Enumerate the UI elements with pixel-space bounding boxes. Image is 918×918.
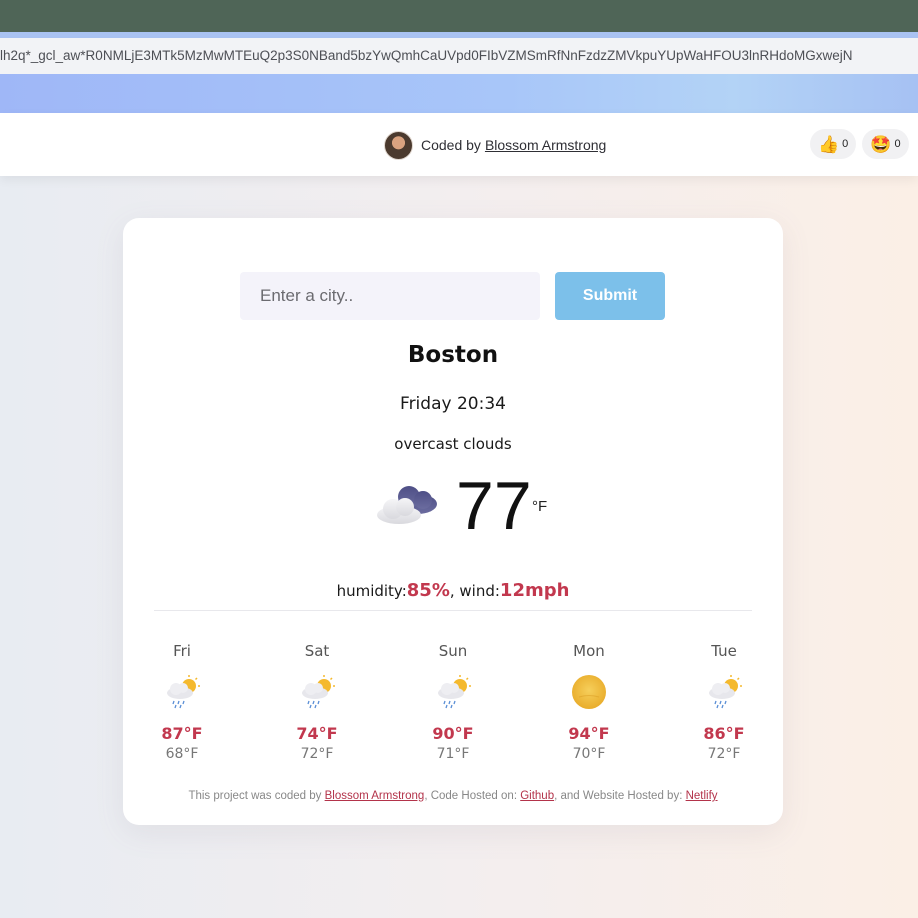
weather-description: overcast clouds (394, 435, 512, 453)
browser-top-bar (0, 0, 918, 32)
star-struck-icon: 🤩 (870, 134, 892, 154)
forecast-min: 71°F (436, 746, 470, 762)
author-link[interactable]: Blossom Armstrong (485, 137, 606, 153)
forecast-day: Sun 90°F 71°F (413, 642, 493, 762)
url-text: lh2q*_gcl_aw*R0NMLjE3MTk5MzMwMTEuQ2p3S0N… (0, 48, 853, 63)
forecast-min: 70°F (572, 746, 606, 762)
forecast-day-name: Fri (173, 642, 191, 660)
city-search-input[interactable] (240, 272, 540, 320)
city-name: Boston (407, 342, 499, 368)
current-temperature: 77 (456, 468, 532, 544)
gradient-banner (0, 74, 918, 113)
forecast-min: 68°F (165, 746, 199, 762)
reaction-count: 0 (842, 138, 849, 150)
forecast-day: Mon 94°F 70°F (549, 642, 629, 762)
humidity-label: humidity: (336, 582, 407, 600)
forecast-day: Sat 74°F 72°F (277, 642, 357, 762)
reaction-star-struck[interactable]: 🤩 0 (862, 129, 909, 159)
submit-button[interactable]: Submit (555, 272, 665, 320)
forecast-day-name: Sat (304, 642, 330, 660)
reactions: 👍 0 🤩 0 (810, 129, 909, 159)
reaction-thumbs-up[interactable]: 👍 0 (810, 129, 857, 159)
sun-rain-icon (438, 675, 471, 709)
forecast-max: 94°F (568, 724, 610, 743)
sun-rain-icon (302, 675, 335, 709)
footer-text: , and Website Hosted by: (554, 790, 686, 802)
sun-rain-icon (709, 675, 742, 709)
forecast-min: 72°F (300, 746, 334, 762)
footer: This project was coded by Blossom Armstr… (123, 790, 783, 802)
coded-by-bar: Coded by Blossom Armstrong 👍 0 🤩 0 (0, 113, 918, 176)
netlify-link[interactable]: Netlify (686, 790, 718, 802)
forecast-max: 90°F (432, 724, 474, 743)
coded-by: Coded by Blossom Armstrong (384, 130, 606, 160)
forecast-min: 72°F (707, 746, 741, 762)
url-bar[interactable]: lh2q*_gcl_aw*R0NMLjE3MTk5MzMwMTEuQ2p3S0N… (0, 38, 918, 74)
forecast-day-name: Sun (438, 642, 468, 660)
sun-rain-icon (167, 675, 200, 709)
forecast-day-name: Mon (573, 642, 605, 660)
footer-text: This project was coded by (188, 790, 325, 802)
sun-icon (572, 675, 606, 709)
coded-by-label: Coded by (421, 137, 481, 153)
weather-details: humidity:85%, wind:12mph (123, 580, 783, 601)
forecast-max: 74°F (296, 724, 338, 743)
overcast-clouds-icon (377, 486, 437, 524)
reaction-count: 0 (894, 138, 901, 150)
current-datetime: Friday 20:34 (400, 394, 506, 414)
forecast-max: 86°F (703, 724, 745, 743)
footer-author-link[interactable]: Blossom Armstrong (325, 790, 425, 802)
forecast-day: Tue 86°F 72°F (684, 642, 764, 762)
divider (154, 610, 752, 611)
temperature-unit: °F (532, 498, 548, 515)
forecast-day-name: Tue (711, 642, 737, 660)
github-link[interactable]: Github (520, 790, 554, 802)
humidity-value: 85% (406, 580, 450, 601)
forecast-max: 87°F (161, 724, 203, 743)
forecast-day: Fri 87°F 68°F (142, 642, 222, 762)
thumbs-up-icon: 👍 (818, 134, 840, 154)
avatar (384, 130, 413, 160)
footer-text: , Code Hosted on: (424, 790, 521, 802)
weather-card: Submit Boston Friday 20:34 overcast clou… (123, 218, 783, 825)
wind-label: , wind: (449, 582, 500, 600)
wind-value: 12mph (499, 580, 570, 601)
